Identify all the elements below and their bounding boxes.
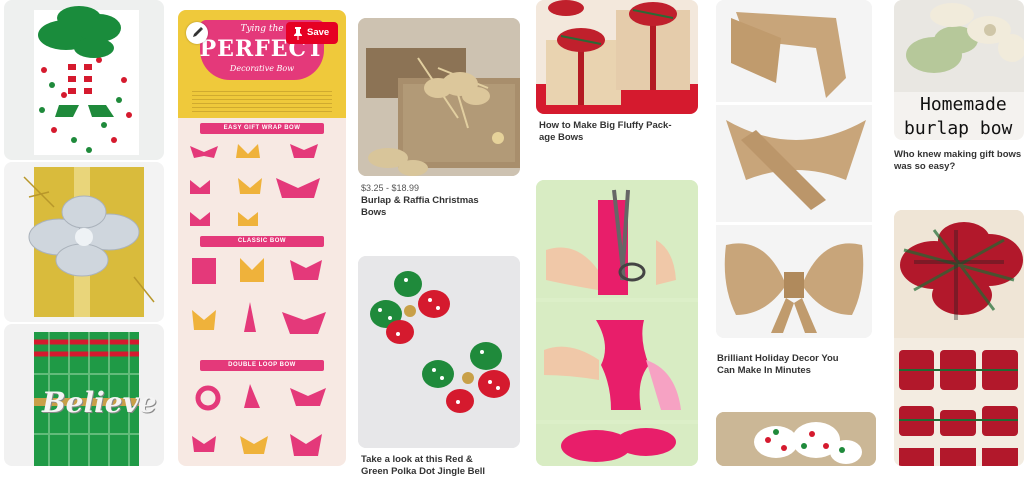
homemade-overlay-line2: burlap bow bbox=[904, 118, 1012, 139]
burlap-bow-steps-image bbox=[716, 0, 872, 338]
section-label-classic-text: Classic Bow bbox=[200, 236, 324, 247]
save-pin-button[interactable]: Save bbox=[286, 22, 338, 44]
plaid-bow-image bbox=[894, 210, 1024, 466]
infographic-intro-text bbox=[192, 88, 332, 112]
pin-red-green-bows-image[interactable] bbox=[358, 256, 520, 448]
pin-believe-gift[interactable]: Believe bbox=[4, 324, 164, 466]
burlap-gifts-image bbox=[358, 18, 520, 176]
burlap-bow-photo bbox=[894, 0, 1024, 92]
pin-big-fluffy-image[interactable] bbox=[536, 0, 698, 114]
section-label-easy-text: Easy Gift Wrap Bow bbox=[200, 123, 324, 134]
homemade-overlay-line1: Homemade bbox=[920, 94, 1007, 115]
mesh-bow-steps-image bbox=[536, 180, 698, 466]
classic-bow-steps bbox=[178, 250, 346, 360]
burlap-raffia-title-line1: Burlap & Raffia Christmas bbox=[361, 195, 521, 207]
edit-pin-button[interactable] bbox=[186, 22, 208, 44]
elf-gift-image bbox=[4, 0, 164, 160]
pin-homemade-burlap-image[interactable]: Homemade burlap bow bbox=[894, 0, 1024, 140]
burlap-raffia-title-line2: Bows bbox=[361, 207, 521, 219]
pin-polka-gift-image[interactable] bbox=[716, 412, 876, 466]
silver-bow-image bbox=[4, 162, 164, 322]
burlap-raffia-title[interactable]: Burlap & Raffia Christmas Bows bbox=[361, 195, 521, 218]
pin-plaid-bow-image[interactable] bbox=[894, 210, 1024, 466]
fluffy-package-bows-image bbox=[536, 0, 698, 114]
pin-elf-gift[interactable] bbox=[4, 0, 164, 160]
red-green-bows-title-line2: Green Polka Dot Jingle Bell bbox=[361, 466, 521, 477]
double-loop-bow-steps bbox=[178, 374, 346, 464]
believe-word: Believe bbox=[42, 386, 157, 419]
pin-burlap-raffia-image[interactable] bbox=[358, 18, 520, 176]
easy-bow-steps bbox=[178, 136, 346, 236]
burlap-raffia-price: $3.25 - $18.99 bbox=[361, 183, 419, 193]
brilliant-holiday-title-line2: Can Make In Minutes bbox=[717, 365, 873, 377]
section-label-double-text: Double Loop Bow bbox=[200, 360, 324, 371]
pushpin-icon bbox=[292, 26, 304, 40]
big-fluffy-title-line2: age Bows bbox=[539, 132, 699, 144]
infographic-heading-sub: Decorative Bow bbox=[178, 64, 346, 73]
save-button-label: Save bbox=[307, 22, 329, 44]
pin-silver-bow-gift[interactable] bbox=[4, 162, 164, 322]
homemade-burlap-title-line1: Who knew making gift bows bbox=[894, 149, 1024, 161]
homemade-burlap-title-line2: was so easy? bbox=[894, 161, 1024, 173]
brilliant-holiday-title-line1: Brilliant Holiday Decor You bbox=[717, 353, 873, 365]
polka-dot-bows-image bbox=[358, 256, 520, 448]
polka-gift-image bbox=[716, 412, 876, 466]
brilliant-holiday-title[interactable]: Brilliant Holiday Decor You Can Make In … bbox=[717, 353, 873, 376]
pin-perfect-bow-infographic[interactable]: Tying the PERFECT Decorative Bow Easy Gi… bbox=[178, 10, 346, 466]
section-label-classic: Classic Bow bbox=[200, 236, 324, 247]
pin-mesh-bow-steps-image[interactable] bbox=[536, 180, 698, 466]
section-label-double: Double Loop Bow bbox=[200, 360, 324, 371]
pencil-icon bbox=[186, 22, 208, 44]
red-green-bows-title-line1: Take a look at this Red & bbox=[361, 454, 521, 466]
big-fluffy-title[interactable]: How to Make Big Fluffy Pack- age Bows bbox=[539, 120, 699, 143]
big-fluffy-title-line1: How to Make Big Fluffy Pack- bbox=[539, 120, 699, 132]
homemade-burlap-title[interactable]: Who knew making gift bows was so easy? bbox=[894, 149, 1024, 172]
pin-brilliant-holiday-image[interactable] bbox=[716, 0, 872, 338]
section-label-easy: Easy Gift Wrap Bow bbox=[200, 123, 324, 134]
